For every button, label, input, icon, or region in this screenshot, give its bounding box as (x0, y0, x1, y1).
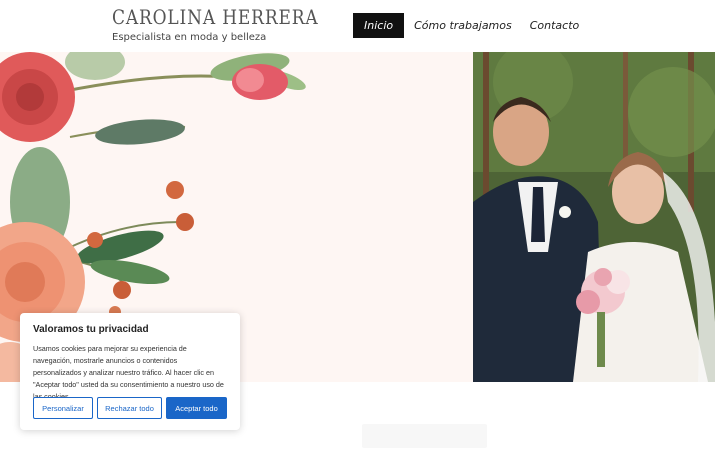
nav-item-como-trabajamos[interactable]: Cómo trabajamos (406, 13, 520, 38)
wedding-couple-photo (473, 52, 715, 382)
cookie-title: Valoramos tu privacidad (33, 324, 149, 335)
cookie-actions: Personalizar Rechazar todo Aceptar todo (33, 397, 227, 419)
accept-all-button[interactable]: Aceptar todo (166, 397, 227, 419)
customize-button[interactable]: Personalizar (33, 397, 93, 419)
brand-name: CAROLINA HERRERA (112, 5, 319, 29)
brand-tagline: Especialista en moda y belleza (112, 32, 267, 43)
wedding-photo-graphic (473, 52, 715, 382)
main-nav: Inicio Cómo trabajamos Contacto (353, 13, 589, 38)
site-header: CAROLINA HERRERA Especialista en moda y … (0, 0, 720, 52)
nav-item-contacto[interactable]: Contacto (522, 13, 588, 38)
reject-all-button[interactable]: Rechazar todo (97, 397, 162, 419)
cookie-consent-banner: Valoramos tu privacidad Usamos cookies p… (20, 313, 240, 430)
cookie-description: Usamos cookies para mejorar su experienc… (33, 344, 224, 401)
placeholder-bar (362, 424, 487, 448)
brand-logo[interactable]: CAROLINA HERRERA Especialista en moda y … (112, 5, 319, 43)
nav-item-inicio[interactable]: Inicio (353, 13, 405, 38)
